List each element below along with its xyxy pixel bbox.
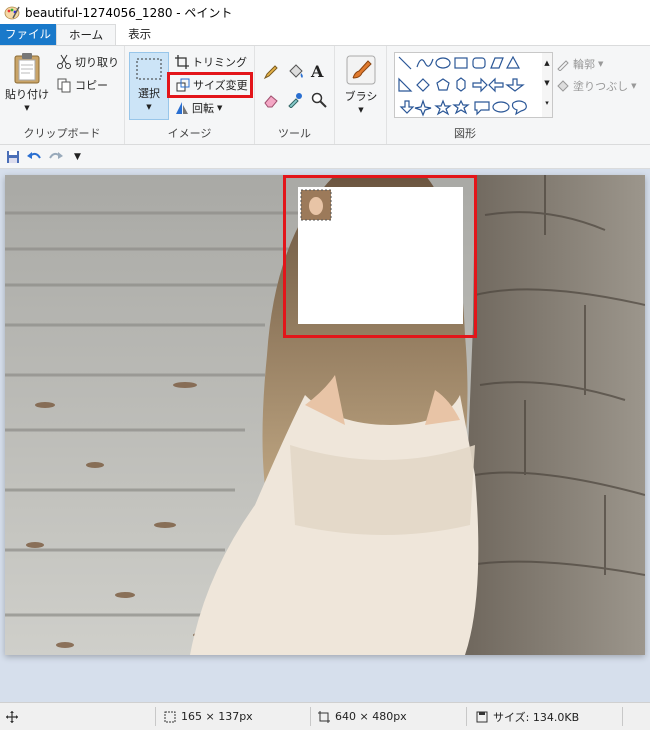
tab-file[interactable]: ファイル	[0, 24, 56, 46]
copy-icon	[57, 78, 71, 93]
save-icon[interactable]	[6, 150, 20, 164]
ribbon: 貼り付け ▼ 切り取り コピー クリップボード 選択 ▼ トリミング サイズ変更…	[0, 45, 650, 145]
shapes-group: ▲ ▼ ▾ 輪郭 ▼ 塗りつぶし ▼ 図形	[390, 46, 650, 144]
outline-label: 輪郭	[573, 58, 595, 71]
file-size-value: サイズ: 134.0KB	[493, 710, 580, 724]
clipboard-icon	[14, 53, 40, 84]
chevron-down-icon: ▼	[24, 104, 30, 112]
customize-toolbar-icon[interactable]: ▼	[74, 152, 81, 162]
clipboard-group-label: クリップボード	[23, 127, 101, 140]
copy-button[interactable]: コピー	[56, 77, 108, 93]
fill-bucket-icon[interactable]	[287, 64, 305, 80]
chevron-down-icon: ▼	[217, 104, 223, 112]
cursor-position	[6, 703, 18, 730]
chevron-down-icon: ▼	[598, 60, 604, 68]
select-label: 選択	[138, 87, 160, 100]
image-group-label: イメージ	[167, 127, 212, 140]
crop-icon	[175, 55, 189, 69]
status-separator	[466, 707, 467, 726]
ribbon-tabs: ファイル ホーム 表示	[0, 24, 650, 46]
copy-label: コピー	[75, 79, 108, 92]
chevron-down-icon: ▼	[631, 82, 637, 90]
move-cursor-icon	[6, 710, 18, 723]
rotate-label: 回転	[192, 102, 214, 115]
selection-icon	[136, 58, 162, 80]
brush-label: ブラシ	[344, 90, 378, 103]
canvas-image[interactable]	[5, 175, 645, 655]
magnifier-icon[interactable]	[311, 92, 327, 108]
fill-icon	[557, 80, 569, 92]
cut-button[interactable]: 切り取り	[56, 54, 119, 70]
fill-label: 塗りつぶし	[573, 80, 629, 93]
selection-size-field: 165 × 137px	[164, 703, 253, 730]
paste-label: 貼り付け	[5, 88, 49, 101]
canvas-area[interactable]	[0, 170, 650, 702]
eraser-icon[interactable]	[263, 92, 279, 108]
quick-access-toolbar: ▼	[0, 145, 650, 169]
text-tool-icon[interactable]: A	[311, 62, 323, 81]
pencil-icon[interactable]	[263, 64, 279, 80]
status-separator	[155, 707, 156, 726]
brush-group: ブラシ ▼	[335, 46, 387, 144]
shapes-group-label: 図形	[454, 127, 476, 140]
fill-button[interactable]: 塗りつぶし ▼	[556, 78, 637, 94]
color-picker-icon[interactable]	[287, 92, 303, 108]
image-size-value: 640 × 480px	[335, 710, 407, 723]
scissors-icon	[57, 54, 71, 69]
outline-button[interactable]: 輪郭 ▼	[556, 56, 603, 72]
cut-label: 切り取り	[75, 56, 119, 69]
window-title: beautiful-1274056_1280 - ペイント	[25, 5, 233, 20]
select-button[interactable]: 選択 ▼	[129, 52, 169, 120]
tab-home[interactable]: ホーム	[56, 24, 117, 46]
tab-view[interactable]: 表示	[116, 24, 163, 46]
image-size-field: 640 × 480px	[318, 703, 407, 730]
paint-app-icon	[4, 6, 20, 20]
resize-highlight-box	[167, 72, 253, 98]
shapes-gallery-icons	[398, 55, 527, 117]
chevron-down-icon: ▼	[358, 106, 364, 114]
crop-label: トリミング	[192, 56, 247, 69]
selection-size-icon	[164, 711, 176, 722]
crop-button[interactable]: トリミング	[175, 54, 247, 70]
undo-icon[interactable]	[26, 150, 42, 164]
title-bar: beautiful-1274056_1280 - ペイント	[0, 0, 650, 24]
file-size-field: サイズ: 134.0KB	[476, 703, 579, 730]
face-highlight-box	[283, 175, 477, 338]
chevron-down-icon: ▼	[146, 103, 152, 111]
tools-group: A ツール	[255, 46, 335, 144]
status-separator	[310, 707, 311, 726]
tools-group-label: ツール	[278, 127, 311, 140]
paste-button[interactable]: 貼り付け ▼	[5, 52, 49, 122]
brush-button[interactable]: ブラシ ▼	[341, 54, 381, 118]
disk-icon	[476, 711, 488, 722]
clipboard-group: 貼り付け ▼ 切り取り コピー クリップボード	[0, 46, 125, 144]
outline-icon	[557, 60, 569, 71]
status-separator	[622, 707, 623, 726]
image-group: 選択 ▼ トリミング サイズ変更 回転 ▼ イメージ	[125, 46, 255, 144]
brush-icon	[346, 55, 376, 85]
shapes-gallery-scroll[interactable]: ▲ ▼ ▾	[542, 52, 553, 118]
selection-size-value: 165 × 137px	[181, 710, 253, 723]
image-size-icon	[318, 710, 330, 723]
redo-icon[interactable]	[48, 150, 64, 164]
status-bar: 165 × 137px 640 × 480px サイズ: 134.0KB	[0, 702, 650, 730]
shapes-gallery[interactable]	[394, 52, 544, 118]
rotate-icon	[176, 102, 188, 114]
rotate-button[interactable]: 回転 ▼	[175, 100, 222, 116]
